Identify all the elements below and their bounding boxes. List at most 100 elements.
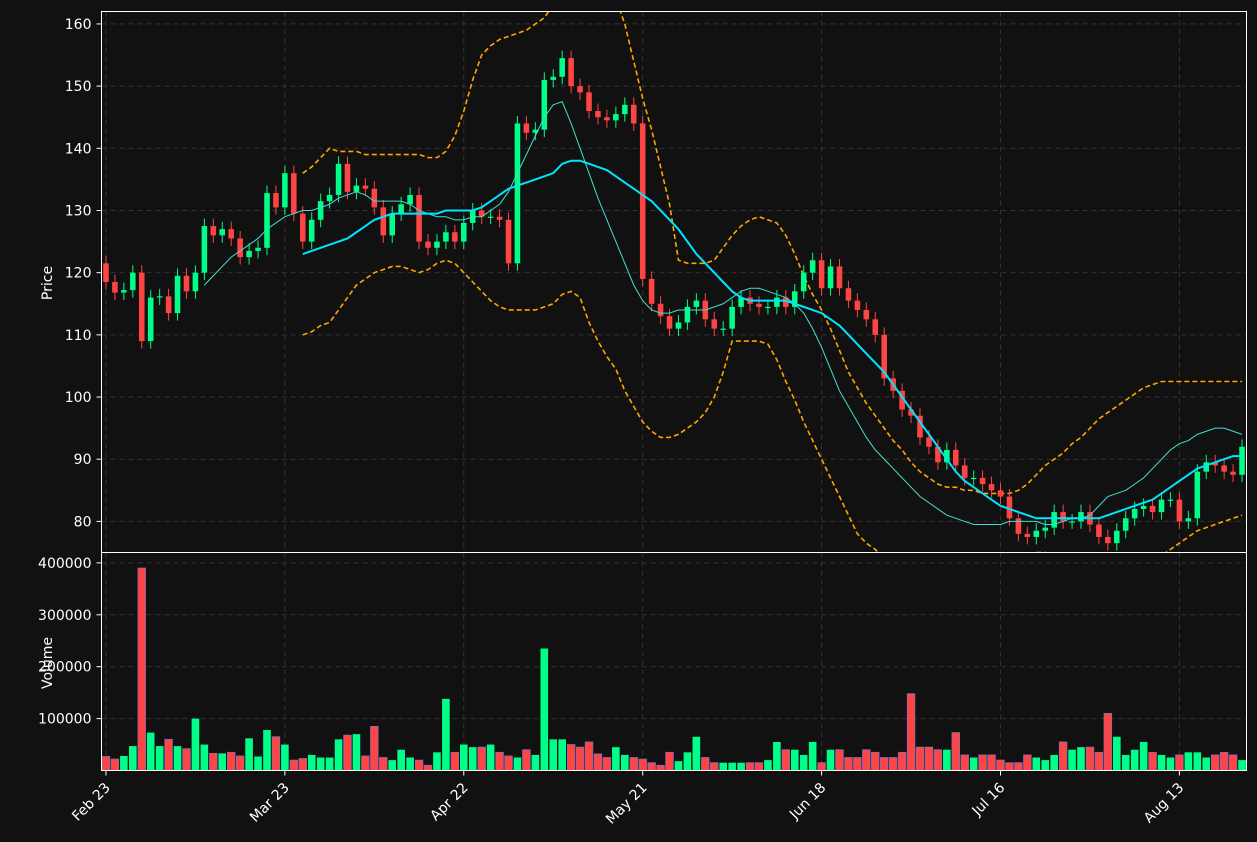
candle-body [398,204,404,214]
volume-bar [790,749,799,771]
volume-bar [978,754,987,771]
candle-body [1096,524,1102,537]
candle-body [1069,521,1075,523]
candle-body [720,328,726,330]
volume-bar [844,757,853,771]
candle-body [926,437,932,447]
candle-body [711,319,718,329]
volume-bar [271,736,281,771]
volume-bar [1238,760,1246,771]
volume-bar [459,744,468,771]
candle-body [138,272,145,342]
volume-bar [388,760,397,771]
volume-bar [1094,751,1104,771]
candle-body [1114,530,1120,544]
volume-bar [915,746,925,771]
volume-bar [1184,752,1193,771]
price-tick-label: 100 [65,390,92,406]
candle-body [648,278,655,304]
candlestick-chart: 8090100110120130140150160 10000020000030… [0,0,1257,842]
volume-bar [129,746,137,771]
volume-bar [289,759,299,771]
volume-axis-title: Volume [40,637,56,689]
volume-bar [737,762,745,771]
candle-body [452,232,458,242]
volume-bar [200,744,209,771]
candle-body [282,173,288,208]
volume-bar [871,751,880,771]
candle-body [827,266,834,289]
volume-bar [897,751,907,771]
volume-bar [683,752,692,771]
volume-bar [674,761,683,771]
volume-bar [629,757,638,771]
volume-bar [1157,754,1166,771]
volume-bar [227,751,236,771]
price-tick-label: 140 [65,141,92,157]
volume-bar [593,753,603,771]
candle-body [854,300,861,310]
volume-bar [558,739,566,771]
volume-bar [173,746,182,771]
candle-body [979,477,986,485]
volume-bar [817,762,826,771]
volume-bar [1175,754,1184,771]
candle-body [604,117,610,121]
candle-body [523,123,530,133]
volume-bar [146,732,155,771]
candle-body [1149,505,1156,513]
volume-bar [1130,749,1139,771]
volume-bar [835,749,844,771]
volume-bar [397,749,405,771]
volume-bar [1228,754,1238,771]
volume-bar [799,754,808,771]
candle-body [1131,508,1138,519]
volume-bar [710,762,719,771]
volume-bar [575,746,585,771]
candle-body [264,193,270,248]
volume-bar [853,757,862,771]
candle-body [130,272,136,291]
volume-bar [1068,749,1076,771]
volume-bar [316,757,325,771]
candle-body [165,296,172,314]
candle-body [1024,533,1031,537]
candle-body [353,185,360,192]
candle-body [613,114,619,121]
candle-body [1221,465,1227,472]
volume-bar [352,734,361,771]
volume-bar [209,752,218,771]
candle-body [326,194,333,202]
volume-bar [477,746,486,771]
candle-body [1185,518,1192,522]
volume-bar [1112,736,1121,771]
volume-bar [1219,751,1229,771]
volume-bar [1032,757,1041,771]
candle-body [568,58,574,87]
candle-body [1239,446,1245,475]
volume-bar [754,762,764,771]
candle-body [389,213,395,236]
candle-body [550,76,557,80]
candle-body [729,306,735,329]
candle-body [693,300,700,307]
volume-bar [969,757,978,771]
candle-body [219,229,226,236]
volume-bar [719,762,728,771]
volume-bar [522,749,531,771]
volume-bar [1005,762,1014,771]
volume-bar [486,744,495,771]
volume-bar [155,746,164,771]
candle-body [371,188,378,208]
volume-bar [566,744,576,771]
volume-bar [665,751,674,771]
volume-bar [638,758,647,771]
volume-bar [1041,760,1050,771]
candle-body [595,110,601,118]
candle-body [1140,505,1147,509]
candle-body [210,226,217,236]
candle-body [514,123,521,264]
price-tick-label: 80 [74,514,92,530]
volume-bar [334,739,343,771]
candle-body [273,193,279,208]
